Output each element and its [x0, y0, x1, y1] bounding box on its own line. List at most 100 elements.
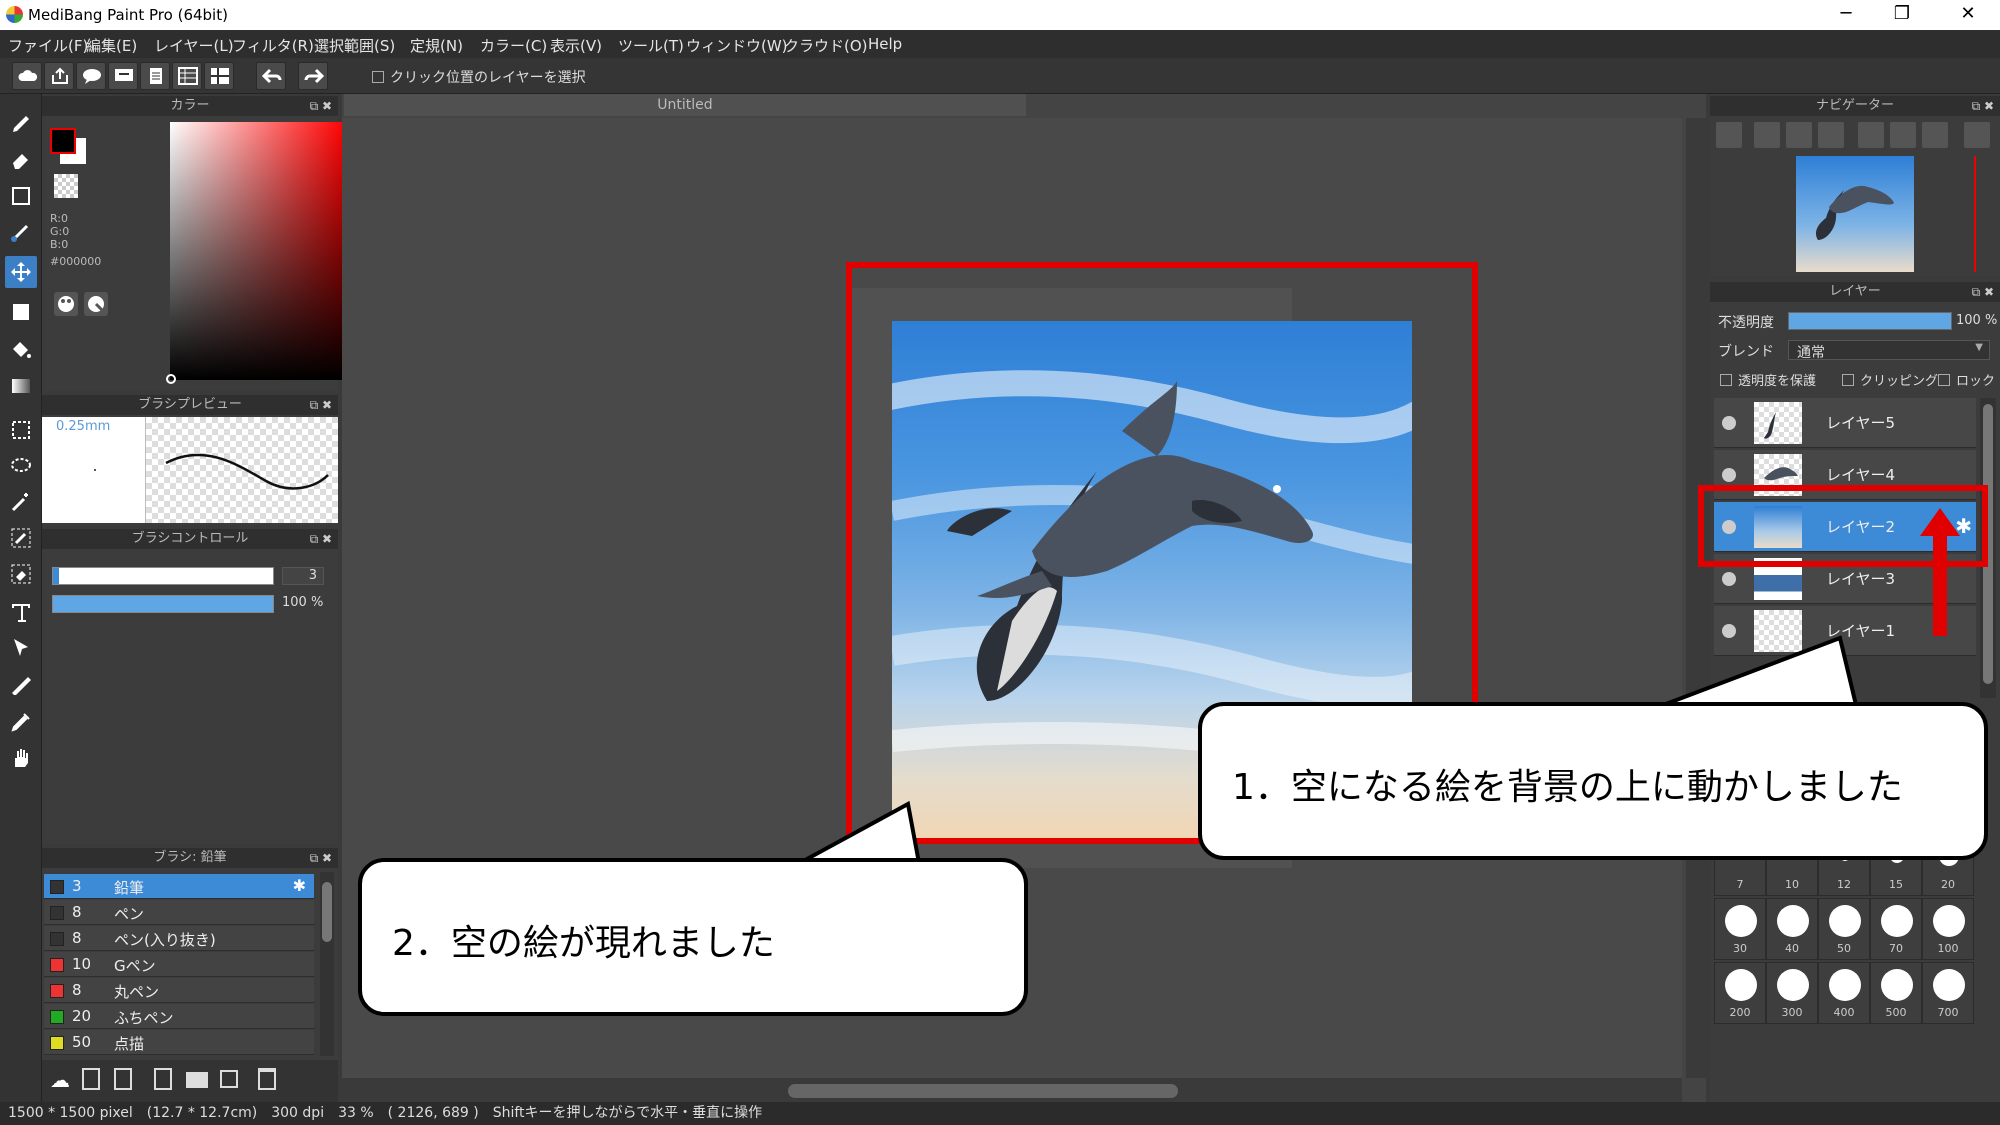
menu-cloud[interactable]: クラウド(O) — [784, 35, 868, 56]
brush-size-option[interactable]: 100 — [1922, 898, 1974, 960]
trash-icon[interactable] — [258, 1068, 276, 1090]
brush-size-option[interactable]: 200 — [1714, 962, 1766, 1024]
duplicate-icon[interactable] — [220, 1070, 238, 1088]
gradient-tool[interactable] — [5, 370, 37, 402]
menu-ruler[interactable]: 定規(N) — [410, 35, 463, 56]
operation-tool[interactable] — [5, 632, 37, 664]
brush-item-g-pen[interactable]: 10 Gペン — [44, 952, 314, 977]
blend-mode-select[interactable]: 通常 ▼ — [1788, 340, 1990, 361]
select-layer-on-click-toggle[interactable]: クリック位置のレイヤーを選択 — [372, 67, 586, 87]
brush-item-round-pen[interactable]: 8 丸ペン — [44, 978, 314, 1003]
lock-toggle[interactable]: ロック — [1938, 370, 1995, 389]
undo-button[interactable] — [256, 62, 286, 90]
magic-wand-tool[interactable] — [5, 486, 37, 518]
brush-size-option[interactable]: 40 — [1766, 898, 1818, 960]
hand-tool[interactable] — [5, 742, 37, 774]
panel-float-close-icon[interactable]: ⧉ ✖ — [1972, 282, 1994, 302]
comment-button[interactable] — [76, 62, 106, 90]
menu-selection[interactable]: 選択範囲(S) — [314, 35, 395, 56]
vertical-scrollbar[interactable] — [1686, 118, 1706, 1078]
visibility-eye-icon[interactable] — [1722, 416, 1736, 430]
page-button[interactable] — [140, 62, 170, 90]
panel-float-close-icon[interactable]: ⧉ ✖ — [310, 395, 332, 415]
brush-item-edge-pen[interactable]: 20 ふちペン — [44, 1004, 314, 1029]
protect-alpha-toggle[interactable]: 透明度を保護 — [1720, 370, 1816, 389]
divide-tool[interactable] — [5, 668, 37, 700]
foreground-color-swatch[interactable] — [50, 128, 76, 154]
menu-file[interactable]: ファイル(F) — [8, 35, 88, 56]
cloud-button[interactable] — [12, 62, 42, 90]
eraser-tool[interactable] — [5, 144, 37, 176]
layer-row-5[interactable]: レイヤー5 — [1714, 398, 1976, 448]
zoom-in-icon[interactable] — [1716, 122, 1742, 148]
visibility-eye-icon[interactable] — [1722, 572, 1736, 586]
brush-tool[interactable] — [5, 108, 37, 140]
add-brush-icon[interactable] — [114, 1068, 132, 1090]
gear-icon[interactable]: ✱ — [293, 876, 306, 895]
menu-tool[interactable]: ツール(T) — [618, 35, 684, 56]
menu-color[interactable]: カラー(C) — [480, 35, 547, 56]
brush-size-value[interactable]: 3 — [282, 567, 324, 585]
menu-filter[interactable]: フィルタ(R) — [232, 35, 314, 56]
close-button[interactable]: ✕ — [1940, 0, 1996, 30]
zoom-out-icon[interactable] — [1818, 122, 1844, 148]
saturation-value-picker[interactable] — [166, 122, 346, 384]
visibility-eye-icon[interactable] — [1722, 468, 1736, 482]
brush-item-pencil[interactable]: 3 鉛筆 ✱ — [44, 874, 314, 899]
new-brush-icon[interactable] — [82, 1068, 100, 1090]
horizontal-scrollbar[interactable] — [342, 1078, 1682, 1102]
color-palette-button[interactable] — [54, 292, 78, 316]
brush-item-pen[interactable]: 8 ペン — [44, 900, 314, 925]
panel-float-close-icon[interactable]: ⧉ ✖ — [310, 848, 332, 868]
dot-pen-tool[interactable] — [5, 216, 37, 248]
restore-button[interactable]: ❐ — [1874, 0, 1930, 30]
select-eraser-tool[interactable] — [5, 558, 37, 590]
panel-button[interactable] — [172, 62, 202, 90]
rotate-right-icon[interactable] — [1922, 122, 1948, 148]
select-pen-tool[interactable] — [5, 522, 37, 554]
rotate-left-icon[interactable] — [1858, 122, 1884, 148]
flip-horizontal-icon[interactable] — [1964, 122, 1990, 148]
brush-item-pen-taper[interactable]: 8 ペン(入り抜き) — [44, 926, 314, 951]
brush-size-slider[interactable] — [52, 567, 274, 585]
move-tool[interactable] — [5, 256, 37, 288]
horizontal-scroll-thumb[interactable] — [788, 1084, 1178, 1098]
brush-size-option[interactable]: 700 — [1922, 962, 1974, 1024]
document-tab[interactable]: Untitled — [344, 94, 1026, 116]
brush-size-option[interactable]: 30 — [1714, 898, 1766, 960]
menu-view[interactable]: 表示(V) — [550, 35, 602, 56]
cloud-brush-icon[interactable]: ☁ — [50, 1068, 74, 1092]
menu-layer[interactable]: レイヤー(L) — [154, 35, 234, 56]
menu-edit[interactable]: 編集(E) — [86, 35, 137, 56]
zoom-fit-icon[interactable] — [1754, 122, 1780, 148]
brush-list-scrollbar[interactable] — [320, 872, 334, 1056]
text-tool[interactable] — [5, 596, 37, 628]
navigator-thumbnail[interactable] — [1796, 156, 1914, 272]
fit-window-icon[interactable] — [1890, 122, 1916, 148]
brush-size-option[interactable]: 400 — [1818, 962, 1870, 1024]
brush-opacity-value[interactable]: 100 % — [282, 595, 332, 613]
comic-button[interactable] — [204, 62, 234, 90]
color-picker-button[interactable] — [84, 292, 108, 316]
folder-icon[interactable] — [186, 1072, 208, 1088]
brush-size-option[interactable]: 70 — [1870, 898, 1922, 960]
fill-rect-tool[interactable] — [5, 296, 37, 328]
clipping-toggle[interactable]: クリッピング — [1842, 370, 1938, 389]
lasso-tool[interactable] — [5, 450, 37, 482]
menu-window[interactable]: ウィンドウ(W) — [686, 35, 788, 56]
minimize-button[interactable]: ─ — [1818, 0, 1874, 30]
brush-size-option[interactable]: 50 — [1818, 898, 1870, 960]
brush-size-option[interactable]: 300 — [1766, 962, 1818, 1024]
transparent-color-swatch[interactable] — [54, 174, 78, 198]
brush-item-stipple[interactable]: 50 点描 — [44, 1030, 314, 1055]
brush-size-option[interactable]: 500 — [1870, 962, 1922, 1024]
share-button[interactable] — [44, 62, 74, 90]
panel-float-close-icon[interactable]: ⧉ ✖ — [310, 96, 332, 116]
brush-settings-icon[interactable] — [154, 1068, 172, 1090]
menu-help[interactable]: Help — [868, 35, 902, 53]
message-button[interactable] — [108, 62, 138, 90]
brush-opacity-slider[interactable] — [52, 595, 274, 613]
panel-float-close-icon[interactable]: ⧉ ✖ — [1972, 96, 1994, 116]
shape-tool[interactable] — [5, 180, 37, 212]
panel-float-close-icon[interactable]: ⧉ ✖ — [310, 529, 332, 549]
